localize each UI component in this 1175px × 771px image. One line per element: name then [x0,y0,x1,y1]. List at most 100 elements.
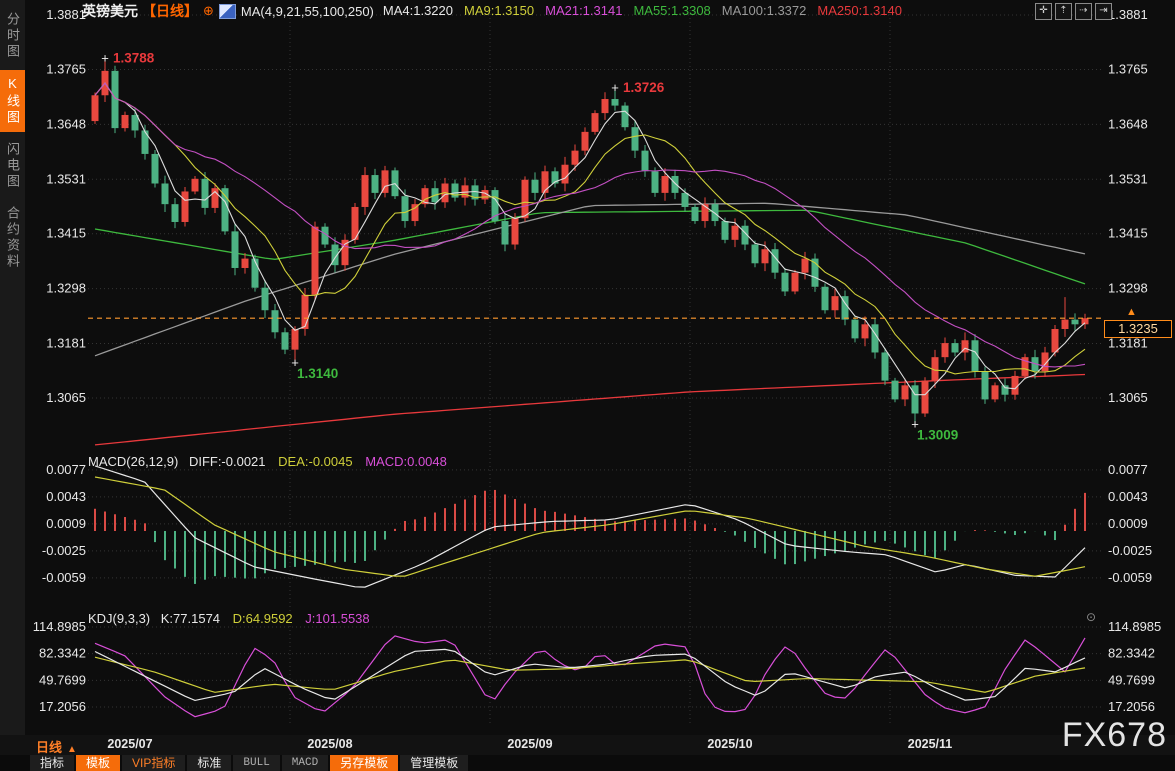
axis-scale-y-icon[interactable]: ⇡ [1055,3,1072,20]
svg-text:-0.0025: -0.0025 [1108,543,1152,558]
watermark: FX678 [1061,716,1167,754]
footer-tab-MACD[interactable]: MACD [281,755,329,771]
period-selector[interactable]: 日线 ▲ [36,737,77,756]
footer-tab-VIP指标[interactable]: VIP指标 [122,755,186,771]
svg-text:114.8985: 114.8985 [33,619,86,634]
svg-text:1.3726: 1.3726 [623,80,665,95]
svg-text:-0.0025: -0.0025 [42,543,86,558]
svg-text:1.3648: 1.3648 [46,116,86,131]
sidebar-tab-闪电图[interactable]: 闪电图 [0,136,25,196]
kdj-d-value: D:64.9592 [232,611,293,626]
sidebar-tab-合约资料[interactable]: 合约资料 [0,200,25,276]
svg-text:49.7699: 49.7699 [1108,672,1155,687]
last-price-arrow-icon: ▲ [1126,306,1137,318]
ma-overlays-slow [94,202,1086,446]
macd-diff-value: DIFF:-0.0021 [188,454,266,469]
symbol-name: 英镑美元 [82,3,138,19]
left-sidebar: 分时图 K线图闪电图合约资料 [0,0,25,735]
ma-legend-item: MA9:1.3150 [464,3,535,18]
pan-icon[interactable]: ✛ [1035,3,1052,20]
svg-text:0.0077: 0.0077 [1108,462,1148,477]
svg-text:-0.0059: -0.0059 [1108,570,1152,585]
macd-macd-value: MACD:0.0048 [365,454,447,469]
chevron-up-icon: ▲ [67,744,77,755]
price-annotations: +1.3788+ 1.3726+1.3140+1.3009 [101,51,958,443]
kdj-title: KDJ(9,3,3) [88,611,151,626]
svg-text:17.2056: 17.2056 [1108,699,1155,714]
kdj-k-value: K:77.1574 [160,611,221,626]
chart-toolbar: ✛ ⇡ ⇢ ⇥ [1035,3,1112,20]
footer-tab-模板[interactable]: 模板 [76,755,121,771]
footer-tab-指标[interactable]: 指标 [30,755,75,771]
chart-header: 英镑美元 【日线】 ⊕ MA(4,9,21,55,100,250) MA4:1.… [25,0,1175,22]
macd-dea-value: DEA:-0.0045 [278,454,353,469]
svg-text:114.8985: 114.8985 [1108,619,1161,634]
ma-params-label: MA(4,9,21,55,100,250) [240,3,374,19]
svg-text:1.3140: 1.3140 [297,366,338,381]
chart-style-icon[interactable] [218,3,236,19]
svg-text:1.3298: 1.3298 [1108,281,1148,296]
svg-text:-0.0059: -0.0059 [42,570,86,585]
kdj-j-value: J:101.5538 [305,611,370,626]
svg-text:+: + [611,80,619,95]
svg-text:49.7699: 49.7699 [39,672,86,687]
footer-tab-BULL[interactable]: BULL [233,755,280,771]
x-axis-month-label: 2025/11 [907,737,953,751]
ma-legend-item: MA250:1.3140 [817,3,902,18]
ma-legend: MA4:1.3220 MA9:1.3150 MA21:1.3141 MA55:1.33… [383,2,913,20]
x-axis-month-label: 2025/10 [707,737,753,751]
svg-text:1.3788: 1.3788 [113,51,155,66]
svg-text:17.2056: 17.2056 [39,699,86,714]
svg-text:1.3181: 1.3181 [46,336,86,351]
trading-app-window: 1.3881 1.3881 1.3765 1.3765 1.3648 1.3648 1.35… [0,0,1175,771]
axis-scale-x-icon[interactable]: ⇢ [1075,3,1092,20]
svg-text:0.0043: 0.0043 [46,489,86,504]
svg-text:82.3342: 82.3342 [1108,646,1155,661]
svg-text:1.3531: 1.3531 [46,171,86,186]
indicator-settings-icon[interactable]: ⊕ [203,3,214,19]
period-tag: 【日线】 [142,3,198,19]
x-axis-month-label: 2025/07 [107,737,153,751]
ma-legend-item: MA4:1.3220 [382,3,453,18]
ma-legend-item: MA55:1.3308 [633,3,711,18]
kdj-pane-header: KDJ(9,3,3) K:77.1574 D:64.9592 J:101.553… [88,611,370,626]
ma-legend-item: MA100:1.3372 [721,3,807,18]
svg-text:0.0009: 0.0009 [1108,516,1148,531]
svg-text:0.0043: 0.0043 [1108,489,1148,504]
ma-overlays-fast [94,82,1086,396]
svg-text:0.0009: 0.0009 [46,516,86,531]
svg-text:1.3415: 1.3415 [1108,226,1148,241]
svg-text:1.3765: 1.3765 [1108,61,1148,76]
ma-legend-item: MA21:1.3141 [545,3,623,18]
footer-tab-标准[interactable]: 标准 [187,755,232,771]
last-price-badge: 1.3235 [1104,320,1172,338]
svg-text:+: + [101,51,109,66]
x-axis-month-label: 2025/09 [507,737,553,751]
sidebar-tab-K线图[interactable]: K线图 [0,70,25,132]
svg-text:1.3065: 1.3065 [1108,390,1148,405]
macd-pane-header: MACD(26,12,9) DIFF:-0.0021 DEA:-0.0045 M… [88,454,447,469]
x-axis-bar: 日线 ▲ 2025/07 2025/08 2025/09 2025/10 2025/11 [0,735,1175,755]
macd-plot [94,465,1086,588]
kdj-settings-icon[interactable]: ⊙ [1086,610,1096,624]
svg-text:0.0077: 0.0077 [46,462,86,477]
shift-right-icon[interactable]: ⇥ [1095,3,1112,20]
footer-tab-管理模板[interactable]: 管理模板 [400,755,469,771]
candles-layer [91,58,1089,425]
sidebar-tab-分时图[interactable]: 分时图 [0,6,25,66]
svg-text:1.3531: 1.3531 [1108,171,1148,186]
svg-text:1.3009: 1.3009 [917,427,958,442]
kdj-plot [94,635,1086,718]
chart-canvas[interactable]: 1.3881 1.38811.3765 1.37651.3648 1.36481.35… [0,0,1175,771]
macd-title: MACD(26,12,9) [88,454,179,469]
footer-toolbar: 指标 模板 VIP指标 标准 BULL MACD 另存模板 管理模板 [0,755,1175,771]
svg-text:82.3342: 82.3342 [39,646,86,661]
svg-text:1.3415: 1.3415 [46,226,86,241]
x-axis-month-label: 2025/08 [307,737,353,751]
footer-tab-另存模板[interactable]: 另存模板 [330,755,399,771]
svg-text:1.3298: 1.3298 [46,281,86,296]
period-selector-label: 日线 [36,740,63,755]
axis-labels: 1.3881 1.38811.3765 1.37651.3648 1.36481.35… [33,7,1162,714]
svg-text:1.3065: 1.3065 [46,390,86,405]
svg-text:1.3765: 1.3765 [46,61,86,76]
